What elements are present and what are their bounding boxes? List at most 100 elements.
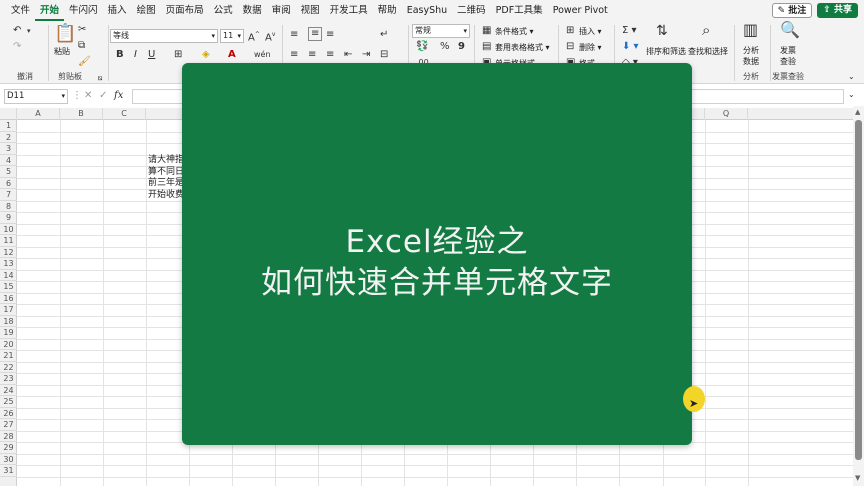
row-header[interactable]: 11 xyxy=(0,235,17,247)
row-header[interactable]: 13 xyxy=(0,258,17,270)
select-all-corner[interactable] xyxy=(0,108,17,120)
menu-tab[interactable]: 审阅 xyxy=(267,0,296,21)
increase-font-icon[interactable]: A^ xyxy=(248,29,260,44)
menu-tab[interactable]: 绘图 xyxy=(132,0,161,21)
row-header[interactable]: 27 xyxy=(0,419,17,431)
row-header[interactable]: 24 xyxy=(0,385,17,396)
row-header[interactable]: 29 xyxy=(0,442,17,454)
percent-icon[interactable]: % xyxy=(440,41,450,53)
column-header[interactable]: Q xyxy=(705,108,748,120)
menu-tab[interactable]: 开始 xyxy=(35,0,65,21)
menu-tab[interactable]: 二维码 xyxy=(452,0,491,21)
row-header[interactable]: 25 xyxy=(0,396,17,408)
menu-tab[interactable]: 文件 xyxy=(6,0,35,21)
menu-tab[interactable]: PDF工具集 xyxy=(491,0,548,21)
border-icon[interactable]: ⊞ xyxy=(174,49,182,61)
undo-dropdown-icon[interactable]: ▾ xyxy=(27,25,31,37)
menu-tab[interactable]: Power Pivot xyxy=(548,0,613,21)
invoice-check-icon[interactable]: 🔍 xyxy=(780,22,800,38)
row-header[interactable]: 19 xyxy=(0,327,17,339)
conditional-format-button[interactable]: 条件格式 ▾ xyxy=(495,26,534,37)
phonetic-icon[interactable]: wén xyxy=(254,49,271,61)
row-header[interactable]: 9 xyxy=(0,212,17,224)
row-header[interactable]: 31 xyxy=(0,465,17,477)
cut-icon[interactable]: ✂ xyxy=(78,24,86,36)
number-format-combo[interactable]: 常规 ▾ xyxy=(412,24,470,38)
menu-tab[interactable]: 插入 xyxy=(103,0,132,21)
align-middle-icon[interactable]: ≡ xyxy=(308,27,323,41)
align-left-icon[interactable]: ≡ xyxy=(290,49,298,61)
cell-text[interactable]: 请大神指 xyxy=(148,155,184,166)
scrollbar-thumb[interactable] xyxy=(855,120,862,460)
align-top-icon[interactable]: ≡ xyxy=(290,29,298,41)
row-header[interactable]: 7 xyxy=(0,189,17,201)
menu-tab[interactable]: 帮助 xyxy=(373,0,402,21)
row-header[interactable]: 14 xyxy=(0,270,17,281)
row-header[interactable]: 10 xyxy=(0,224,17,235)
underline-button[interactable]: U xyxy=(148,49,155,61)
find-select-button[interactable]: 查找和选择 xyxy=(688,46,728,57)
collapse-ribbon-icon[interactable]: ⌄ xyxy=(848,71,855,83)
expand-formula-icon[interactable]: ⌄ xyxy=(848,90,855,99)
font-size-combo[interactable]: 11 ▾ xyxy=(220,29,244,43)
wrap-text-icon[interactable]: ↵ xyxy=(380,29,388,41)
row-header[interactable]: 26 xyxy=(0,408,17,419)
scroll-up-icon[interactable]: ▲ xyxy=(855,108,860,116)
row-header[interactable]: 28 xyxy=(0,431,17,442)
row-header[interactable]: 17 xyxy=(0,304,17,316)
cell-text[interactable]: 开始收费 xyxy=(148,190,184,201)
align-right-icon[interactable]: ≡ xyxy=(326,49,334,61)
menu-tab[interactable]: 开发工具 xyxy=(325,0,373,21)
menu-tab[interactable]: 牛闪闪 xyxy=(64,0,103,21)
row-header[interactable]: 2 xyxy=(0,132,17,143)
decrease-font-icon[interactable]: Av xyxy=(265,29,275,44)
redo-icon[interactable]: ↷ xyxy=(13,41,21,53)
column-header[interactable]: B xyxy=(60,108,103,120)
row-header[interactable]: 4 xyxy=(0,155,17,166)
increase-indent-icon[interactable]: ⇥ xyxy=(362,49,370,61)
share-button[interactable]: ⇪ 共享 xyxy=(817,3,858,18)
menu-tab[interactable]: 数据 xyxy=(238,0,267,21)
row-header[interactable]: 6 xyxy=(0,178,17,189)
row-header[interactable]: 18 xyxy=(0,316,17,327)
insert-cells-button[interactable]: 插入 ▾ xyxy=(579,26,602,37)
insert-function-icon[interactable]: fx xyxy=(114,90,123,101)
undo-icon[interactable]: ↶ xyxy=(13,25,21,37)
cell-text[interactable]: 算不同日 xyxy=(148,167,184,178)
merge-center-icon[interactable]: ⊟ xyxy=(380,49,388,61)
align-center-icon[interactable]: ≡ xyxy=(308,49,316,61)
italic-button[interactable]: I xyxy=(134,49,137,61)
analyze-data-icon[interactable]: ▥ xyxy=(743,22,758,38)
row-header[interactable]: 22 xyxy=(0,362,17,373)
copy-icon[interactable]: ⧉ xyxy=(78,40,85,52)
column-header[interactable]: A xyxy=(17,108,60,120)
bold-button[interactable]: B xyxy=(116,49,124,61)
comma-icon[interactable]: 9 xyxy=(458,41,465,53)
clipboard-launcher-icon[interactable]: ⧅ xyxy=(98,72,102,84)
row-header[interactable]: 12 xyxy=(0,247,17,258)
comment-button[interactable]: ✎ 批注 xyxy=(771,3,813,18)
row-header[interactable]: 8 xyxy=(0,201,17,212)
delete-cells-button[interactable]: 删除 ▾ xyxy=(579,42,602,53)
format-painter-icon[interactable]: 🖌 xyxy=(78,56,91,68)
table-format-button[interactable]: 套用表格格式 ▾ xyxy=(495,42,550,53)
fill-icon[interactable]: ⬇ ▾ xyxy=(622,41,639,53)
scroll-down-icon[interactable]: ▼ xyxy=(855,474,860,482)
row-header[interactable]: 3 xyxy=(0,143,17,155)
menu-tab[interactable]: 公式 xyxy=(209,0,238,21)
row-header[interactable]: 21 xyxy=(0,350,17,362)
row-header[interactable]: 20 xyxy=(0,339,17,350)
row-header[interactable]: 23 xyxy=(0,373,17,385)
paste-icon[interactable]: 📋 xyxy=(54,24,76,44)
vertical-scrollbar[interactable]: ▲ ▼ xyxy=(853,106,864,486)
confirm-icon[interactable]: ✓ xyxy=(99,90,107,101)
font-color-icon[interactable]: A xyxy=(228,49,236,61)
row-header[interactable]: 30 xyxy=(0,454,17,465)
menu-tab[interactable]: 页面布局 xyxy=(161,0,209,21)
fill-color-icon[interactable]: ◈ xyxy=(202,49,210,61)
currency-icon[interactable]: 💱 xyxy=(416,41,428,53)
menu-tab[interactable]: EasyShu xyxy=(402,0,452,21)
cancel-icon[interactable]: ✕ xyxy=(84,90,92,101)
font-name-combo[interactable]: 等线 ▾ xyxy=(110,29,218,43)
decrease-indent-icon[interactable]: ⇤ xyxy=(344,49,352,61)
